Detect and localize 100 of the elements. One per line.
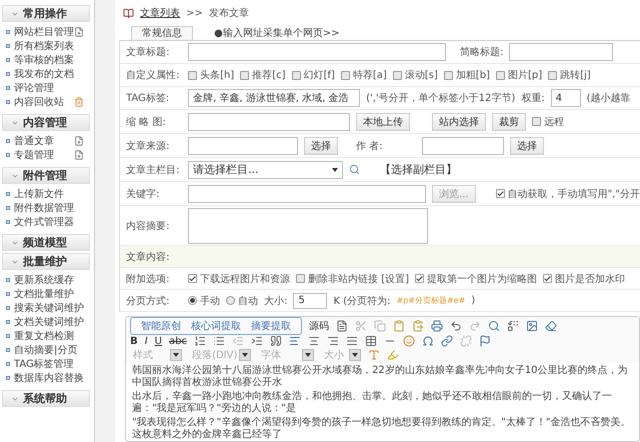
sidebar-item[interactable]: 自动摘要|分页 — [6, 344, 90, 356]
format-button[interactable]: U — [154, 336, 162, 346]
sidebar-item[interactable]: 所有档案列表 — [6, 40, 90, 52]
checkbox[interactable] — [188, 70, 198, 80]
checkbox[interactable] — [292, 70, 301, 80]
sidebar-section-header[interactable]: 常用操作 — [2, 5, 90, 22]
extra-option[interactable]: 删除非站内链接 [设置] — [296, 272, 410, 286]
replace-icon[interactable] — [507, 320, 520, 332]
checkbox[interactable] — [240, 70, 250, 80]
source-button[interactable]: 源码 — [309, 319, 330, 333]
select-button[interactable]: 选择 — [510, 136, 544, 154]
attribute-option[interactable]: 特荐[a] — [340, 68, 387, 82]
attribute-option[interactable]: 图片[p] — [496, 68, 542, 82]
thumbnail-button[interactable]: 本地上传 — [356, 112, 410, 130]
checkbox[interactable] — [392, 70, 402, 80]
flag-icon[interactable] — [478, 335, 491, 347]
sidebar-item[interactable]: 我发布的文档 — [6, 68, 90, 80]
sidebar-section-header[interactable]: 频道模型 — [2, 234, 90, 251]
sidebar-section-header[interactable]: 附件管理 — [2, 167, 90, 184]
format-button[interactable]: I — [144, 336, 148, 346]
trash-icon[interactable] — [74, 97, 84, 107]
outdent-icon[interactable] — [232, 335, 244, 347]
align-right-icon[interactable] — [326, 335, 339, 347]
attribute-option[interactable]: 跳转[j] — [548, 68, 591, 82]
format-button[interactable]: B — [130, 336, 138, 346]
sidebar-section-header[interactable]: 系统帮助 — [2, 390, 90, 407]
document-icon[interactable] — [336, 320, 348, 332]
sidebar-item[interactable]: 专题管理 — [6, 149, 90, 161]
attribute-option[interactable]: 幻灯[f] — [292, 68, 335, 82]
smiley-icon[interactable] — [402, 335, 415, 347]
tab[interactable]: ●输入网址采集单个网页>> — [203, 26, 351, 40]
attribute-option[interactable]: 滚动[s] — [392, 68, 438, 82]
page-size-input[interactable]: 5 — [293, 292, 328, 308]
text-color-icon[interactable] — [368, 349, 380, 361]
sidebar-item[interactable]: 评论管理 — [6, 82, 90, 94]
sidebar-item[interactable]: TAG标签管理 — [6, 358, 90, 370]
checkbox[interactable] — [543, 274, 552, 283]
breadcrumb-link[interactable]: 文章列表 — [140, 6, 180, 20]
checkbox[interactable] — [340, 70, 350, 80]
thumbnail-input[interactable] — [188, 112, 350, 130]
title-input[interactable] — [188, 43, 446, 61]
column-select[interactable]: 请选择栏目... — [188, 160, 344, 178]
format-button[interactable]: abc — [168, 336, 187, 346]
sidebar-item[interactable]: 重复文档检测 — [6, 330, 90, 342]
thumbnail-button[interactable]: 站内选择 — [432, 112, 486, 130]
sidebar-item[interactable]: 文档关键词维护 — [6, 316, 90, 328]
checkbox[interactable] — [415, 274, 424, 283]
attribute-option[interactable]: 推荐[c] — [240, 68, 286, 82]
tag-input[interactable]: 金牌, 辛鑫, 游泳世锦赛, 水域, 金浩 — [188, 89, 360, 107]
attribute-option[interactable]: 头条[h] — [188, 68, 234, 82]
radio-button[interactable] — [226, 296, 236, 305]
sidebar-item[interactable]: 数据库内容替换 — [6, 372, 90, 384]
sidebar-item[interactable]: 文件式管理器 — [6, 216, 90, 228]
link-icon[interactable] — [440, 335, 453, 347]
extra-option[interactable]: 图片是否加水印 — [543, 272, 626, 286]
align-justify-icon[interactable] — [346, 335, 358, 347]
plugin-button[interactable]: 智能原创 — [141, 319, 182, 333]
omega-icon[interactable] — [422, 335, 434, 347]
sidebar-item[interactable]: 等审核的档案 — [6, 54, 90, 66]
table-icon[interactable] — [364, 335, 377, 347]
sidebar-item[interactable]: 普通文章 — [6, 135, 90, 147]
search-icon[interactable] — [349, 164, 360, 175]
thumbnail-button[interactable]: 裁剪 — [492, 112, 526, 130]
summary-textarea[interactable] — [188, 208, 428, 244]
search-icon[interactable] — [488, 320, 500, 332]
add-page-icon[interactable] — [74, 150, 84, 160]
extra-option[interactable]: 提取第一个图片为缩略图 — [415, 272, 538, 286]
paging-option[interactable]: 手动 — [188, 294, 220, 308]
print-icon[interactable] — [431, 320, 444, 332]
sub-column-link[interactable]: 【选择副栏目】 — [380, 162, 458, 177]
radio-button[interactable] — [188, 296, 198, 305]
sidebar-section-header[interactable]: 批量维护 — [2, 253, 90, 270]
checkbox[interactable] — [496, 189, 505, 198]
image-icon[interactable] — [526, 320, 538, 332]
checkbox[interactable] — [188, 274, 198, 283]
checkbox[interactable] — [548, 70, 558, 80]
checkbox[interactable] — [296, 274, 306, 283]
remote-option[interactable]: 远程 — [532, 114, 564, 128]
extra-option[interactable]: 下载远程图片和资源 — [188, 272, 290, 286]
paste-text-icon[interactable] — [412, 320, 424, 332]
auto-keywords-option[interactable]: 自动获取，手动填写用","分开 — [496, 186, 640, 200]
tab[interactable]: 常规信息 — [131, 26, 194, 40]
eraser-icon[interactable] — [545, 320, 558, 332]
sidebar-section-header[interactable]: 内容管理 — [2, 114, 90, 131]
sidebar-item[interactable]: 网站栏目管理 — [6, 26, 90, 38]
checkbox[interactable] — [496, 70, 505, 80]
keywords-input[interactable] — [188, 184, 426, 202]
checkbox[interactable] — [532, 117, 542, 126]
author-input[interactable] — [422, 136, 504, 154]
sidebar-item[interactable]: 上传新文件 — [6, 188, 90, 200]
add-page-icon[interactable] — [74, 136, 84, 146]
align-center-icon[interactable] — [308, 335, 320, 347]
select-button[interactable]: 选择 — [304, 136, 338, 154]
align-left-icon[interactable] — [288, 335, 301, 347]
indent-icon[interactable] — [250, 335, 263, 347]
weight-input[interactable]: 4 — [550, 89, 581, 107]
sidebar-item[interactable]: 更新系统缓存 — [6, 274, 90, 286]
sidebar-item[interactable]: 搜索关键词维护 — [6, 302, 90, 314]
sidebar-item[interactable]: 附件数据管理 — [6, 202, 90, 214]
plugin-button[interactable]: 核心词提取 — [191, 319, 242, 333]
